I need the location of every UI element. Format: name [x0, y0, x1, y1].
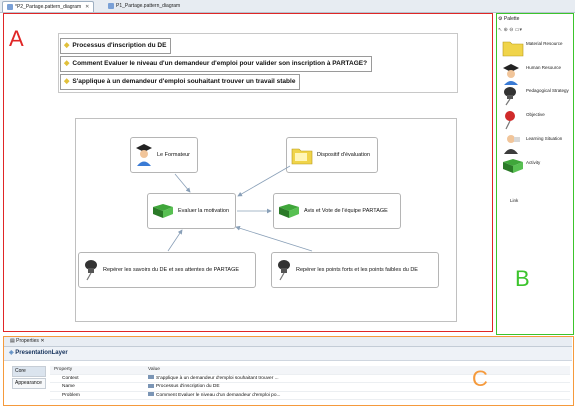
layer-label: Processus d'inscription du DE [72, 42, 167, 49]
property-name: Context [62, 375, 79, 381]
palette-item-label: Objective [526, 112, 545, 117]
palette-item-learning-situation[interactable]: Learning Situation [500, 134, 574, 154]
side-tab-appearance[interactable]: Appearance [12, 378, 46, 389]
palette-item-label: Material Resource [526, 41, 563, 46]
diamond-icon: ◆ [64, 42, 70, 49]
palette-item-label: Activity [526, 160, 541, 165]
node-label: Le Formateur [157, 152, 191, 158]
diagram-icon [108, 3, 114, 9]
palette-item-label: Pedagogical Strategy [526, 88, 569, 93]
palette-header: ⚙ Palette [498, 16, 572, 25]
layer-label: Comment Evaluer le niveau d'un demandeur… [72, 60, 368, 67]
properties-tab-bar: ▤ Properties ✕ [4, 337, 572, 347]
tab-label: *P2_Partage.pattern_diagram [15, 4, 82, 10]
node-label: Evaluer la motivation [178, 208, 230, 214]
folder-icon [291, 148, 313, 165]
property-value: Comment Evaluer le niveau d'un demandeur… [156, 392, 281, 398]
properties-title: PresentationLayer [15, 350, 68, 356]
book-icon [279, 204, 299, 218]
palette-icon: ⚙ [498, 16, 503, 22]
diamond-icon: ◆ [64, 60, 70, 67]
teacher-icon [504, 135, 520, 154]
palette-toolbar: ↖ ⊕ ⊖ ▭▾ [498, 27, 572, 35]
pin-icon [505, 111, 515, 130]
table-header: Property Value [50, 366, 570, 375]
palette-item-activity[interactable]: Activity [500, 158, 574, 178]
property-value-cell[interactable]: Processus d'inscription du DE [148, 383, 570, 391]
node-points[interactable]: Repérer les points forts et les points f… [271, 252, 439, 288]
palette-item-pedagogical-strategy[interactable]: Pedagogical Strategy [500, 86, 574, 106]
palette-item-human-resource[interactable]: Human Resource [500, 63, 574, 85]
tab-properties[interactable]: Properties [16, 338, 39, 344]
table-row[interactable]: Context S'applique à un demandeur d'empl… [50, 375, 570, 383]
diagram-icon [7, 4, 13, 10]
region-c-label: C [472, 366, 488, 391]
marquee-tool-icon[interactable]: ▭▾ [515, 27, 522, 33]
palette-item-label: Human Resource [526, 65, 562, 70]
column-header-value: Value [148, 367, 160, 372]
properties-icon: ▤ [10, 338, 15, 344]
zoom-out-icon[interactable]: ⊖ [509, 27, 513, 33]
region-b-label: B [515, 266, 530, 291]
layer-item[interactable]: ◆ Processus d'inscription du DE [60, 38, 172, 54]
pushpin-icon [504, 87, 516, 106]
graduate-icon [136, 144, 152, 166]
node-avis[interactable]: Avis et Vote de l'équipe PARTAGE [273, 193, 401, 229]
properties-table: Property Value Context S'applique à un d… [50, 366, 570, 400]
palette-item-label: Link [510, 198, 519, 203]
close-icon[interactable]: ✕ [85, 2, 89, 12]
text-value-icon [148, 375, 154, 380]
property-name: Problem [62, 392, 80, 398]
diamond-icon: ◆ [64, 78, 70, 85]
properties-side-tabs: Core Appearance [12, 366, 46, 404]
column-header-property: Property [54, 367, 73, 372]
region-a-label: A [9, 26, 24, 51]
table-row[interactable]: Problem Comment Evaluer le niveau d'un d… [50, 392, 570, 400]
property-value: Processus d'inscription du DE [156, 384, 220, 389]
property-value: S'applique à un demandeur d'emploi souha… [156, 375, 279, 381]
node-formateur[interactable]: Le Formateur [130, 137, 198, 173]
graduate-icon [503, 64, 519, 85]
node-label: Dispositif d'évaluation [317, 152, 371, 158]
table-row[interactable]: Name Processus d'inscription du DE [50, 383, 570, 392]
layer-label: S'applique à un demandeur d'emploi souha… [72, 78, 296, 85]
palette-title: Palette [503, 16, 520, 22]
node-evaluer[interactable]: Evaluer la motivation [147, 193, 236, 229]
side-tab-core[interactable]: Core [12, 366, 46, 377]
zoom-in-icon[interactable]: ⊕ [504, 27, 508, 33]
node-dispositif[interactable]: Dispositif d'évaluation [286, 137, 378, 173]
editor-tab-bar: *P2_Partage.pattern_diagram ✕ P1_Partage… [0, 0, 575, 13]
folder-icon [502, 41, 524, 57]
tab-p2-partage[interactable]: *P2_Partage.pattern_diagram ✕ [2, 1, 95, 12]
properties-title-bar: ◈ PresentationLayer [4, 347, 572, 361]
node-label: Avis et Vote de l'équipe PARTAGE [304, 208, 388, 214]
layer-item[interactable]: ◆ Comment Evaluer le niveau d'un demandeu… [60, 56, 373, 72]
pushpin-icon [85, 260, 97, 281]
book-icon [153, 204, 173, 218]
tab-p1-partage[interactable]: P1_Partage.pattern_diagram [104, 1, 184, 11]
pushpin-icon [278, 260, 290, 281]
tab-label: P1_Partage.pattern_diagram [116, 3, 181, 9]
layer-item[interactable]: ◆ S'applique à un demandeur d'emploi souh… [60, 74, 301, 90]
book-icon [503, 159, 523, 173]
node-label: Repérer les points forts et les points f… [296, 267, 418, 273]
layer-icon: ◈ [9, 350, 14, 356]
palette-item-link[interactable]: Link [500, 196, 574, 216]
select-tool-icon[interactable]: ↖ [498, 27, 502, 33]
property-value-cell[interactable]: Comment Evaluer le niveau d'un demandeur… [148, 392, 570, 400]
node-label: Repérer les savoirs du DE et ses attente… [103, 267, 240, 273]
palette-item-material-resource[interactable]: Material Resource [500, 39, 574, 59]
text-value-icon [148, 392, 154, 397]
close-icon[interactable]: ✕ [40, 338, 44, 344]
node-savoirs[interactable]: Repérer les savoirs du DE et ses attente… [78, 252, 256, 288]
property-value-cell[interactable]: S'applique à un demandeur d'emploi souha… [148, 375, 570, 383]
palette-item-label: Learning Situation [526, 136, 563, 141]
palette-item-objective[interactable]: Objective [500, 110, 574, 130]
text-value-icon [148, 383, 154, 388]
property-name: Name [62, 384, 75, 389]
